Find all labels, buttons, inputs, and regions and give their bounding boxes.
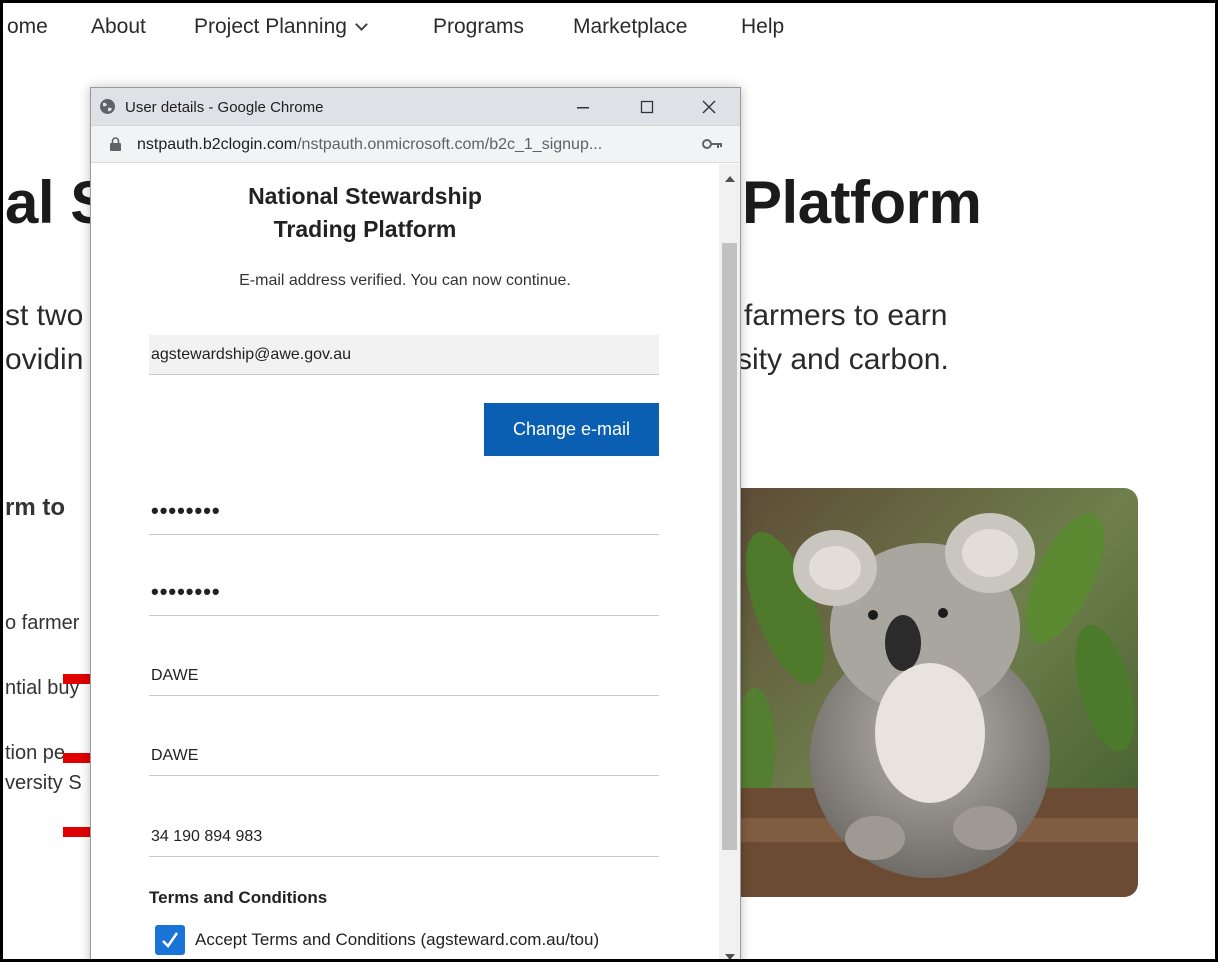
confirm-password-field[interactable]: ••••••••: [149, 576, 659, 616]
terms-heading: Terms and Conditions: [149, 888, 328, 907]
hero-text-line2-left: ovidin: [5, 343, 84, 376]
password-field[interactable]: ••••••••: [149, 495, 659, 535]
nav-project-planning[interactable]: Project Planning: [194, 15, 368, 39]
brand-line2: Trading Platform: [273, 216, 457, 242]
brand-line1: National Stewardship: [248, 183, 482, 209]
popup-scrollbar[interactable]: [719, 164, 740, 959]
url-path: /nstpauth.onmicrosoft.com/b2c_1_signup..…: [297, 136, 603, 153]
nav-marketplace[interactable]: Marketplace: [573, 15, 687, 39]
minimize-icon: [577, 107, 589, 109]
hero-title-right: Platform: [742, 169, 982, 236]
organisation-field[interactable]: DAWE: [149, 656, 659, 696]
user-details-popup: User details - Google Chrome nstpauth.b2…: [90, 87, 741, 959]
side-text-line4: versity S: [5, 772, 82, 794]
hero-text-line1-right: farmers to earn: [744, 299, 948, 332]
terms-checkbox[interactable]: [155, 925, 185, 955]
close-button[interactable]: [685, 88, 733, 126]
hero-text-line2-right: rsity and carbon.: [727, 343, 949, 376]
globe-icon: [100, 99, 115, 114]
maximize-icon: [640, 100, 654, 114]
nav-project-planning-label: Project Planning: [194, 15, 347, 38]
window-titlebar: User details - Google Chrome: [91, 88, 740, 126]
popup-content: National Stewardship Trading Platform E-…: [91, 164, 719, 959]
terms-label[interactable]: Accept Terms and Conditions (agsteward.c…: [195, 930, 599, 950]
side-text-line1: o farmer: [5, 612, 80, 634]
department-field[interactable]: DAWE: [149, 736, 659, 776]
maximize-button[interactable]: [623, 88, 671, 126]
scrollbar-thumb[interactable]: [722, 243, 737, 850]
section-heading: rm to: [5, 494, 65, 521]
close-icon: [702, 100, 716, 114]
site-nav: ome About Project Planning Programs Mark…: [3, 15, 1215, 45]
window-title: User details - Google Chrome: [125, 99, 324, 116]
nav-about[interactable]: About: [91, 15, 146, 39]
checkmark-icon: [162, 932, 179, 948]
koala-image: [725, 488, 1138, 897]
verification-message: E-mail address verified. You can now con…: [239, 272, 571, 289]
chevron-down-icon: [355, 18, 368, 31]
minimize-button[interactable]: [559, 88, 607, 126]
lock-icon: [110, 137, 121, 151]
abn-field[interactable]: 34 190 894 983: [149, 817, 659, 857]
scroll-up-icon[interactable]: [725, 176, 735, 182]
brand-title: National Stewardship Trading Platform: [91, 180, 639, 246]
nav-programs[interactable]: Programs: [433, 15, 524, 39]
key-icon[interactable]: [702, 138, 724, 150]
scroll-down-icon[interactable]: [725, 954, 735, 959]
screenshot-frame: ome About Project Planning Programs Mark…: [0, 0, 1218, 962]
hero-text-line1-left: st two: [5, 299, 84, 332]
nav-home[interactable]: ome: [7, 15, 48, 39]
email-field[interactable]: agstewardship@awe.gov.au: [149, 335, 659, 375]
url-text: nstpauth.b2clogin.com/nstpauth.onmicroso…: [137, 136, 602, 154]
change-email-button[interactable]: Change e-mail: [484, 403, 659, 456]
url-host: nstpauth.b2clogin.com: [137, 136, 298, 153]
side-text-line3: tion pe: [5, 742, 66, 764]
nav-help[interactable]: Help: [741, 15, 784, 39]
address-bar[interactable]: nstpauth.b2clogin.com/nstpauth.onmicroso…: [91, 126, 740, 163]
